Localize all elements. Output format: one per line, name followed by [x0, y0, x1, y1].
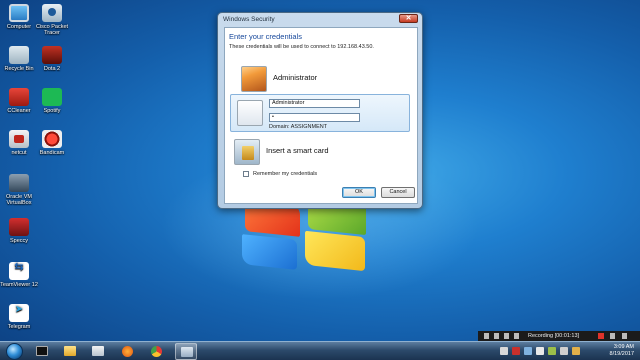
selected-credential-tile[interactable]: Administrator • Domain: ASSIGNMENT	[230, 94, 410, 132]
recycle-bin-icon	[9, 46, 29, 64]
desktop-icon-label: Bandicam	[39, 150, 65, 156]
firefox-icon	[122, 346, 133, 357]
recording-status: Recording [00:01:13]	[528, 333, 580, 339]
dota2-icon	[42, 46, 62, 64]
pen-icon[interactable]	[610, 333, 615, 339]
saved-credential-tile[interactable]: Administrator	[235, 64, 407, 96]
ok-button[interactable]: OK	[342, 187, 376, 198]
screenshot-icon[interactable]	[514, 333, 519, 339]
cisco-packet-tracer-icon	[42, 4, 62, 22]
dialog-title: Windows Security	[223, 16, 275, 23]
user-avatar-icon	[241, 66, 267, 92]
desktop-icon-label: Dota 2	[43, 66, 61, 72]
volume-icon[interactable]	[536, 347, 544, 355]
smart-card-tile[interactable]: Insert a smart card	[228, 137, 400, 167]
desktop-icon-label: Oracle VM VirtualBox	[6, 194, 32, 206]
stop-recording-icon[interactable]	[598, 333, 604, 339]
blank-user-icon	[237, 100, 263, 126]
netcut-icon	[9, 130, 29, 148]
smart-card-label: Insert a smart card	[266, 146, 329, 155]
explorer-icon	[64, 346, 76, 356]
taskbar-item-firefox[interactable]	[117, 343, 139, 360]
teamviewer-icon	[9, 262, 29, 280]
chrome-icon	[151, 346, 162, 357]
remember-label: Remember my credentials	[253, 171, 318, 177]
desktop-icon-spotify[interactable]: Spotify	[33, 88, 71, 114]
checkbox-icon[interactable]	[243, 171, 249, 177]
camera-icon[interactable]	[494, 333, 499, 339]
pause-icon[interactable]	[484, 333, 489, 339]
username-field[interactable]: Administrator	[269, 99, 360, 108]
settings-icon[interactable]	[504, 333, 509, 339]
desktop-icon-bandicam[interactable]: Bandicam	[33, 130, 71, 156]
clock-time: 3:09 AM	[613, 344, 634, 350]
computer-icon	[9, 4, 29, 22]
clock[interactable]: 3:09 AM 8/19/2017	[610, 344, 634, 358]
spotify-icon	[42, 88, 62, 106]
bandicam-icon	[42, 130, 62, 148]
virtualbox-icon	[9, 174, 29, 192]
desktop-icon-speccy[interactable]: Speccy	[0, 218, 38, 244]
telegram-icon	[9, 304, 29, 322]
desktop-icon-virtualbox[interactable]: Oracle VM VirtualBox	[0, 174, 38, 206]
show-hidden-icons-icon[interactable]	[500, 347, 508, 355]
desktop-icon-label: Cisco Packet Tracer	[35, 24, 69, 36]
desktop-icon-label: Telegram	[7, 324, 31, 330]
network-icon[interactable]	[524, 347, 532, 355]
battery-icon[interactable]	[548, 347, 556, 355]
ccleaner-icon	[9, 88, 29, 106]
minimize-recorder-icon[interactable]	[622, 333, 627, 339]
desktop-icon-label: Spotify	[43, 108, 61, 114]
clock-date: 8/19/2017	[609, 351, 634, 357]
password-field[interactable]: •	[269, 113, 360, 122]
cmd-icon	[36, 346, 48, 356]
taskbar: 3:09 AM 8/19/2017	[0, 341, 640, 360]
remember-credentials-checkbox[interactable]: Remember my credentials	[243, 171, 317, 177]
desktop-icon-telegram[interactable]: Telegram	[0, 304, 38, 330]
smart-card-icon	[234, 139, 260, 165]
desktop-icon-label: Speccy	[9, 238, 29, 244]
media-icon	[92, 346, 104, 356]
taskbar-item-explorer[interactable]	[59, 343, 81, 360]
taskbar-item-media[interactable]	[87, 343, 109, 360]
taskbar-item-windows-security[interactable]	[175, 343, 197, 360]
dialog-subtitle: These credentials will be used to connec…	[229, 44, 374, 50]
taskbar-item-cmd[interactable]	[31, 343, 53, 360]
recording-bar: Recording [00:01:13]	[478, 331, 640, 341]
desktop-icon-cisco-packet-tracer[interactable]: Cisco Packet Tracer	[33, 4, 71, 36]
action-center-icon[interactable]	[572, 347, 580, 355]
desktop-icon-label: TeamViewer 12	[0, 282, 38, 288]
windows-security-icon	[181, 347, 193, 357]
desktop-icon-dota2[interactable]: Dota 2	[33, 46, 71, 72]
domain-label: Domain: ASSIGNMENT	[269, 124, 328, 130]
start-button[interactable]	[6, 343, 23, 360]
saved-user-label: Administrator	[273, 73, 318, 82]
windows-security-dialog: Windows Security ✕ Enter your credential…	[217, 12, 423, 209]
bandicam-tray-icon[interactable]	[512, 347, 520, 355]
desktop-icon-teamviewer[interactable]: TeamViewer 12	[0, 262, 38, 288]
cancel-button[interactable]: Cancel	[381, 187, 415, 198]
dialog-heading: Enter your credentials	[229, 32, 302, 41]
taskbar-item-chrome[interactable]	[146, 343, 168, 360]
speccy-icon	[9, 218, 29, 236]
flag-icon[interactable]	[560, 347, 568, 355]
close-button[interactable]: ✕	[399, 14, 418, 23]
